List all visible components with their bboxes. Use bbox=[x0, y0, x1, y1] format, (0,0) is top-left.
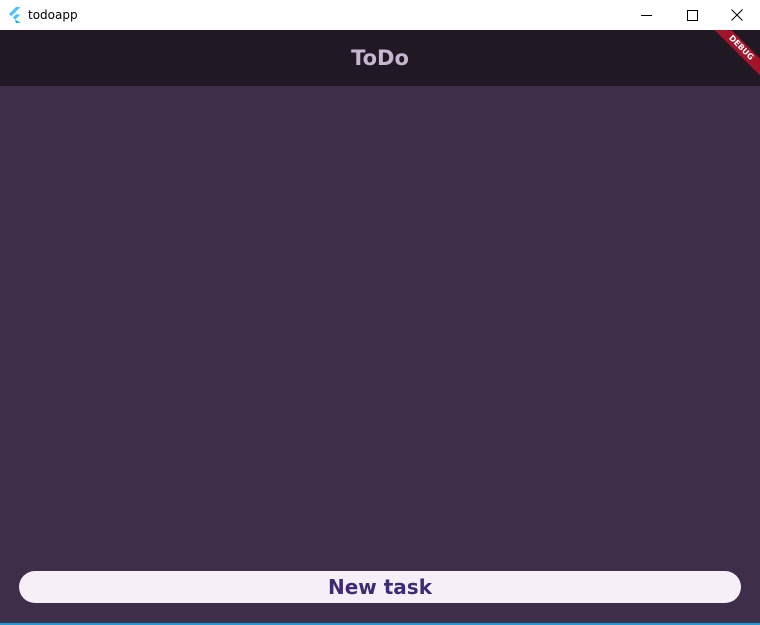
flutter-logo-icon bbox=[8, 7, 22, 23]
app-bar: ToDo bbox=[0, 30, 760, 86]
new-task-label: New task bbox=[327, 575, 432, 599]
close-button[interactable] bbox=[714, 0, 760, 30]
minimize-icon bbox=[640, 10, 652, 21]
app-window: todoapp ToDo DEBUG New task bbox=[0, 0, 760, 625]
task-list-area bbox=[0, 86, 760, 623]
close-icon bbox=[731, 9, 743, 21]
maximize-icon bbox=[686, 9, 698, 21]
minimize-button[interactable] bbox=[623, 0, 669, 30]
window-titlebar[interactable]: todoapp bbox=[0, 0, 760, 30]
new-task-button[interactable]: New task bbox=[19, 571, 741, 603]
page-title: ToDo bbox=[351, 46, 409, 70]
maximize-button[interactable] bbox=[669, 0, 715, 30]
window-title: todoapp bbox=[28, 8, 78, 22]
